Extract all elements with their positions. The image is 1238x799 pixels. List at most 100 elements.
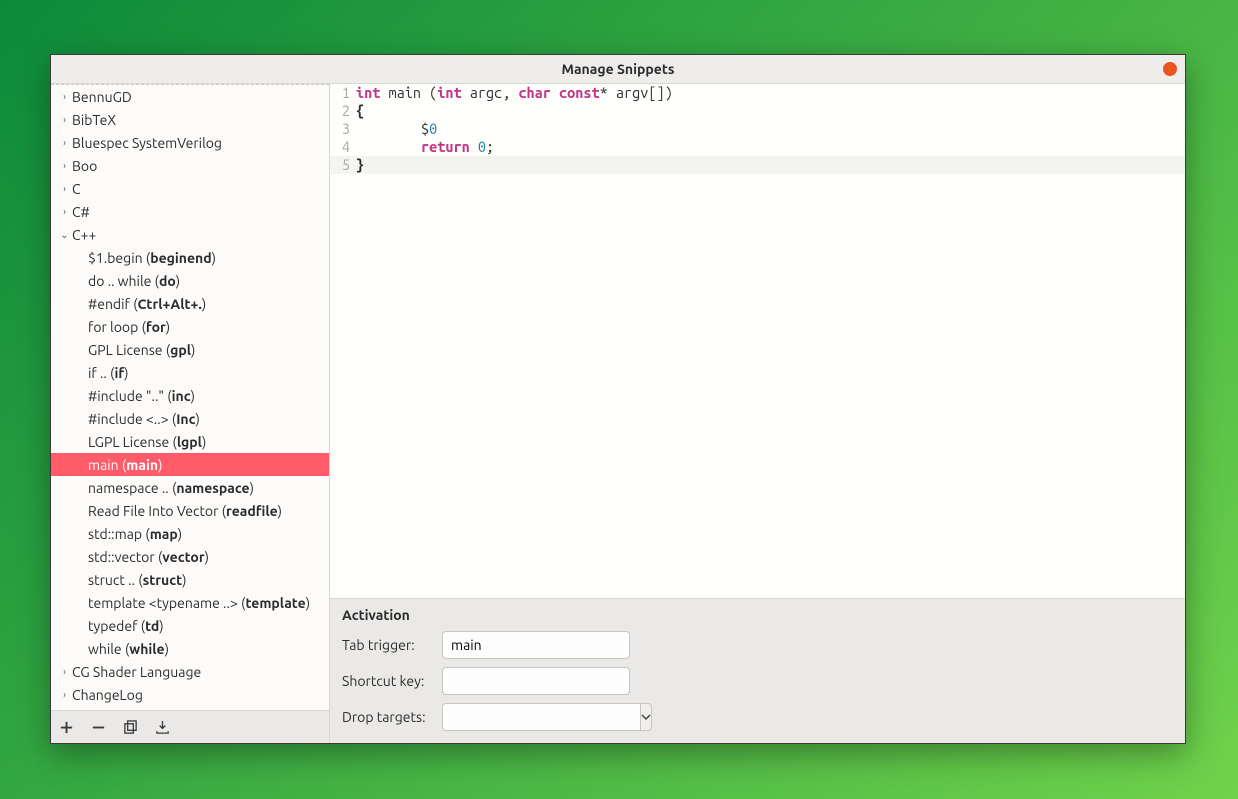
tree-item-label: #include ".." (inc)	[88, 388, 195, 404]
tree-item-label: std::vector (vector)	[88, 549, 209, 565]
snippet-tree[interactable]: ›BennuGD›BibTeX›Bluespec SystemVerilog›B…	[51, 84, 329, 710]
code-content: }	[356, 156, 364, 174]
activation-heading: Activation	[342, 607, 1173, 623]
window-title: Manage Snippets	[562, 61, 675, 77]
line-number: 3	[330, 120, 356, 138]
tree-item-label: C	[72, 181, 81, 197]
chevron-right-icon: ›	[59, 689, 70, 700]
code-content: $0	[356, 120, 437, 138]
line-number: 1	[330, 84, 356, 102]
snippets-sidebar: ›BennuGD›BibTeX›Bluespec SystemVerilog›B…	[51, 84, 330, 743]
snippet-item[interactable]: std::vector (vector)	[51, 545, 329, 568]
snippet-item[interactable]: if .. (if)	[51, 361, 329, 384]
chevron-right-icon: ›	[59, 160, 70, 171]
chevron-right-icon: ›	[59, 183, 70, 194]
snippet-item[interactable]: struct .. (struct)	[51, 568, 329, 591]
tree-item-label: Bluespec SystemVerilog	[72, 135, 222, 151]
import-snippet-button[interactable]	[153, 718, 171, 736]
language-group[interactable]: ›BibTeX	[51, 108, 329, 131]
drop-targets-dropdown-button[interactable]	[640, 703, 652, 731]
tab-trigger-label: Tab trigger:	[342, 637, 442, 653]
copy-snippet-button[interactable]	[121, 718, 139, 736]
language-group[interactable]: ›Boo	[51, 154, 329, 177]
drop-targets-combo[interactable]	[442, 703, 630, 731]
snippet-item[interactable]: $1.begin (beginend)	[51, 246, 329, 269]
chevron-right-icon: ›	[59, 137, 70, 148]
tab-trigger-input[interactable]	[442, 631, 630, 659]
chevron-right-icon: ›	[59, 206, 70, 217]
chevron-right-icon: ›	[59, 91, 70, 102]
drop-targets-label: Drop targets:	[342, 709, 442, 725]
snippet-item[interactable]: main (main)	[51, 453, 329, 476]
shortcut-key-input[interactable]	[442, 667, 630, 695]
manage-snippets-window: Manage Snippets ›BennuGD›BibTeX›Bluespec…	[50, 54, 1186, 744]
code-line[interactable]: 3 $0	[330, 120, 1185, 138]
chevron-down-icon: ⌄	[59, 229, 70, 241]
snippet-item[interactable]: #include <..> (Inc)	[51, 407, 329, 430]
snippet-item[interactable]: LGPL License (lgpl)	[51, 430, 329, 453]
language-group[interactable]: ›Bluespec SystemVerilog	[51, 131, 329, 154]
tree-item-label: do .. while (do)	[88, 273, 180, 289]
titlebar[interactable]: Manage Snippets	[51, 55, 1185, 84]
tree-item-label: C#	[72, 204, 90, 220]
snippet-item[interactable]: #endif (Ctrl+Alt+.)	[51, 292, 329, 315]
tree-item-label: for loop (for)	[88, 319, 170, 335]
tree-item-label: typedef (td)	[88, 618, 164, 634]
tree-item-label: Boo	[72, 158, 97, 174]
tree-item-label: namespace .. (namespace)	[88, 480, 254, 496]
snippet-item[interactable]: while (while)	[51, 637, 329, 660]
sidebar-toolbar	[51, 710, 329, 743]
code-line[interactable]: 1int main (int argc, char const* argv[])	[330, 84, 1185, 102]
snippet-item[interactable]: #include ".." (inc)	[51, 384, 329, 407]
snippet-item[interactable]: GPL License (gpl)	[51, 338, 329, 361]
tree-item-label: BennuGD	[72, 89, 132, 105]
tree-item-label: while (while)	[88, 641, 169, 657]
close-button[interactable]	[1163, 62, 1177, 76]
tree-item-label: if .. (if)	[88, 365, 129, 381]
add-snippet-button[interactable]	[57, 718, 75, 736]
tree-item-label: std::map (map)	[88, 526, 182, 542]
language-group[interactable]: ›CG Shader Language	[51, 660, 329, 683]
snippet-item[interactable]: namespace .. (namespace)	[51, 476, 329, 499]
language-group[interactable]: ›ChangeLog	[51, 683, 329, 706]
language-group[interactable]: ›C	[51, 177, 329, 200]
snippet-item[interactable]: typedef (td)	[51, 614, 329, 637]
snippet-item[interactable]: do .. while (do)	[51, 269, 329, 292]
code-line[interactable]: 4 return 0;	[330, 138, 1185, 156]
shortcut-key-label: Shortcut key:	[342, 673, 442, 689]
tree-item-label: ChangeLog	[72, 687, 143, 703]
tree-item-label: LGPL License (lgpl)	[88, 434, 206, 450]
tree-item-label: main (main)	[88, 457, 162, 473]
tree-item-label: struct .. (struct)	[88, 572, 187, 588]
snippet-item[interactable]: std::map (map)	[51, 522, 329, 545]
tree-item-label: #endif (Ctrl+Alt+.)	[88, 296, 206, 312]
activation-panel: Activation Tab trigger: Shortcut key: Dr…	[330, 599, 1185, 743]
line-number: 4	[330, 138, 356, 156]
tree-item-label: GPL License (gpl)	[88, 342, 195, 358]
snippet-item[interactable]: template <typename ..> (template)	[51, 591, 329, 614]
language-group[interactable]: ›BennuGD	[51, 85, 329, 108]
tree-item-label: $1.begin (beginend)	[88, 250, 216, 266]
tree-item-label: Read File Into Vector (readfile)	[88, 503, 282, 519]
language-group[interactable]: ⌄C++	[51, 223, 329, 246]
tree-item-label: CG Shader Language	[72, 664, 201, 680]
snippet-item[interactable]: for loop (for)	[51, 315, 329, 338]
tree-item-label: #include <..> (Inc)	[88, 411, 200, 427]
code-line[interactable]: 2{	[330, 102, 1185, 120]
code-content: return 0;	[356, 138, 494, 156]
chevron-right-icon: ›	[59, 666, 70, 677]
snippet-item[interactable]: Read File Into Vector (readfile)	[51, 499, 329, 522]
chevron-right-icon: ›	[59, 114, 70, 125]
code-line[interactable]: 5}	[330, 156, 1185, 174]
line-number: 5	[330, 156, 356, 174]
drop-targets-input[interactable]	[442, 703, 640, 731]
tree-item-label: C++	[72, 227, 96, 243]
line-number: 2	[330, 102, 356, 120]
code-content: int main (int argc, char const* argv[])	[356, 84, 673, 102]
remove-snippet-button[interactable]	[89, 718, 107, 736]
snippet-editor[interactable]: 1int main (int argc, char const* argv[])…	[330, 84, 1185, 599]
language-group[interactable]: ›C#	[51, 200, 329, 223]
tree-item-label: template <typename ..> (template)	[88, 595, 310, 611]
chevron-down-icon	[641, 712, 651, 722]
code-content: {	[356, 102, 364, 120]
